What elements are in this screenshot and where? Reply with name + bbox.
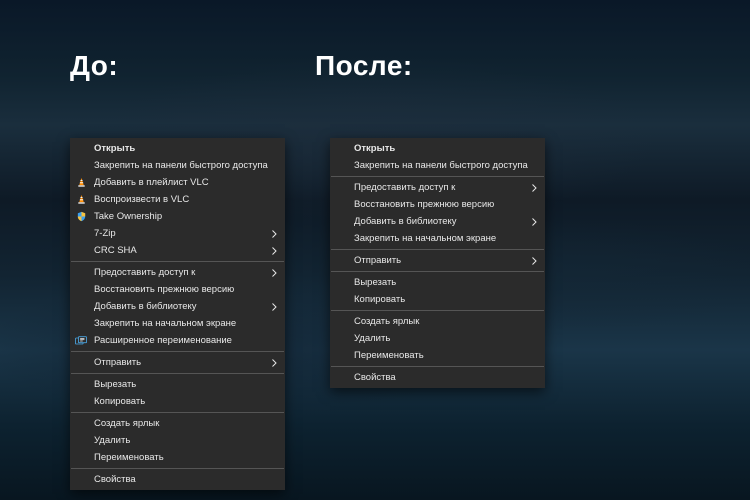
menu-item-label: Отправить: [354, 255, 401, 266]
menu-separator: [71, 261, 284, 262]
chevron-right-icon: [532, 257, 537, 265]
menu-item-label: Копировать: [94, 396, 145, 407]
menu-item-label: CRC SHA: [94, 245, 137, 256]
menu-item-закрепить-на-начальном-экране[interactable]: Закрепить на начальном экране: [330, 230, 545, 247]
menu-item-label: Открыть: [354, 143, 395, 154]
menu-item-удалить[interactable]: Удалить: [330, 330, 545, 347]
menu-item-label: Переименовать: [354, 350, 424, 361]
menu-item-label: Вырезать: [94, 379, 136, 390]
menu-item-копировать[interactable]: Копировать: [330, 291, 545, 308]
menu-item-label: Создать ярлык: [354, 316, 419, 327]
menu-item-label: Take Ownership: [94, 211, 162, 222]
vlc-icon: [75, 177, 87, 189]
menu-item-label: Предоставить доступ к: [354, 182, 455, 193]
menu-item-label: Копировать: [354, 294, 405, 305]
menu-separator: [331, 310, 544, 311]
heading-after: После:: [315, 50, 413, 82]
menu-item-label: Удалить: [94, 435, 130, 446]
menu-item-label: Восстановить прежнюю версию: [94, 284, 234, 295]
menu-separator: [71, 412, 284, 413]
menu-item-вырезать[interactable]: Вырезать: [330, 274, 545, 291]
menu-item-открыть[interactable]: Открыть: [70, 140, 285, 157]
menu-item-предоставить-доступ-к[interactable]: Предоставить доступ к: [70, 264, 285, 281]
menu-item-label: Воспроизвести в VLC: [94, 194, 189, 205]
menu-item-воспроизвести-в-vlc[interactable]: Воспроизвести в VLC: [70, 191, 285, 208]
menu-item-label: Вырезать: [354, 277, 396, 288]
menu-item-label: Переименовать: [94, 452, 164, 463]
context-menu-before: Открыть Закрепить на панели быстрого дост…: [70, 138, 285, 490]
menu-item-label: Добавить в плейлист VLC: [94, 177, 209, 188]
menu-item-label: Расширенное переименование: [94, 335, 232, 346]
menu-item-открыть[interactable]: Открыть: [330, 140, 545, 157]
rename-icon: [75, 335, 87, 347]
menu-item-переименовать[interactable]: Переименовать: [70, 449, 285, 466]
menu-item-свойства[interactable]: Свойства: [330, 369, 545, 386]
menu-item-crc-sha[interactable]: CRC SHA: [70, 242, 285, 259]
menu-separator: [331, 366, 544, 367]
menu-item-7-zip[interactable]: 7-Zip: [70, 225, 285, 242]
menu-item-закрепить-на-начальном-экране[interactable]: Закрепить на начальном экране: [70, 315, 285, 332]
menu-item-отправить[interactable]: Отправить: [70, 354, 285, 371]
chevron-right-icon: [272, 230, 277, 238]
chevron-right-icon: [272, 247, 277, 255]
heading-before: До:: [70, 50, 118, 82]
menu-separator: [71, 351, 284, 352]
menu-item-закрепить-на-панели-быстрого-доступа[interactable]: Закрепить на панели быстрого доступа: [330, 157, 545, 174]
menu-item-take-ownership[interactable]: Take Ownership: [70, 208, 285, 225]
menu-item-расширенное-переименование[interactable]: Расширенное переименование: [70, 332, 285, 349]
menu-item-вырезать[interactable]: Вырезать: [70, 376, 285, 393]
menu-item-закрепить-на-панели-быстрого-доступа[interactable]: Закрепить на панели быстрого доступа: [70, 157, 285, 174]
menu-item-label: Закрепить на панели быстрого доступа: [354, 160, 528, 171]
menu-item-предоставить-доступ-к[interactable]: Предоставить доступ к: [330, 179, 545, 196]
menu-item-переименовать[interactable]: Переименовать: [330, 347, 545, 364]
shield-icon: [75, 211, 87, 223]
menu-separator: [331, 249, 544, 250]
menu-item-label: Добавить в библиотеку: [354, 216, 457, 227]
menu-item-удалить[interactable]: Удалить: [70, 432, 285, 449]
menu-item-добавить-в-библиотеку[interactable]: Добавить в библиотеку: [330, 213, 545, 230]
chevron-right-icon: [272, 303, 277, 311]
menu-item-label: Свойства: [94, 474, 136, 485]
menu-item-label: Удалить: [354, 333, 390, 344]
menu-item-восстановить-прежнюю-версию[interactable]: Восстановить прежнюю версию: [330, 196, 545, 213]
chevron-right-icon: [532, 184, 537, 192]
menu-item-восстановить-прежнюю-версию[interactable]: Восстановить прежнюю версию: [70, 281, 285, 298]
menu-item-отправить[interactable]: Отправить: [330, 252, 545, 269]
menu-item-label: Закрепить на начальном экране: [354, 233, 496, 244]
menu-item-копировать[interactable]: Копировать: [70, 393, 285, 410]
menu-separator: [331, 271, 544, 272]
menu-item-label: Закрепить на начальном экране: [94, 318, 236, 329]
vlc-icon: [75, 194, 87, 206]
menu-item-добавить-в-библиотеку[interactable]: Добавить в библиотеку: [70, 298, 285, 315]
menu-item-добавить-в-плейлист-vlc[interactable]: Добавить в плейлист VLC: [70, 174, 285, 191]
menu-item-label: Открыть: [94, 143, 135, 154]
menu-separator: [331, 176, 544, 177]
menu-item-label: Добавить в библиотеку: [94, 301, 197, 312]
menu-item-label: 7-Zip: [94, 228, 116, 239]
menu-item-создать-ярлык[interactable]: Создать ярлык: [330, 313, 545, 330]
menu-item-label: Создать ярлык: [94, 418, 159, 429]
menu-item-label: Отправить: [94, 357, 141, 368]
menu-item-label: Свойства: [354, 372, 396, 383]
menu-item-label: Закрепить на панели быстрого доступа: [94, 160, 268, 171]
menu-separator: [71, 373, 284, 374]
chevron-right-icon: [532, 218, 537, 226]
chevron-right-icon: [272, 359, 277, 367]
context-menu-after: Открыть Закрепить на панели быстрого дост…: [330, 138, 545, 388]
menu-item-создать-ярлык[interactable]: Создать ярлык: [70, 415, 285, 432]
menu-item-label: Восстановить прежнюю версию: [354, 199, 494, 210]
menu-item-свойства[interactable]: Свойства: [70, 471, 285, 488]
chevron-right-icon: [272, 269, 277, 277]
menu-separator: [71, 468, 284, 469]
menu-item-label: Предоставить доступ к: [94, 267, 195, 278]
